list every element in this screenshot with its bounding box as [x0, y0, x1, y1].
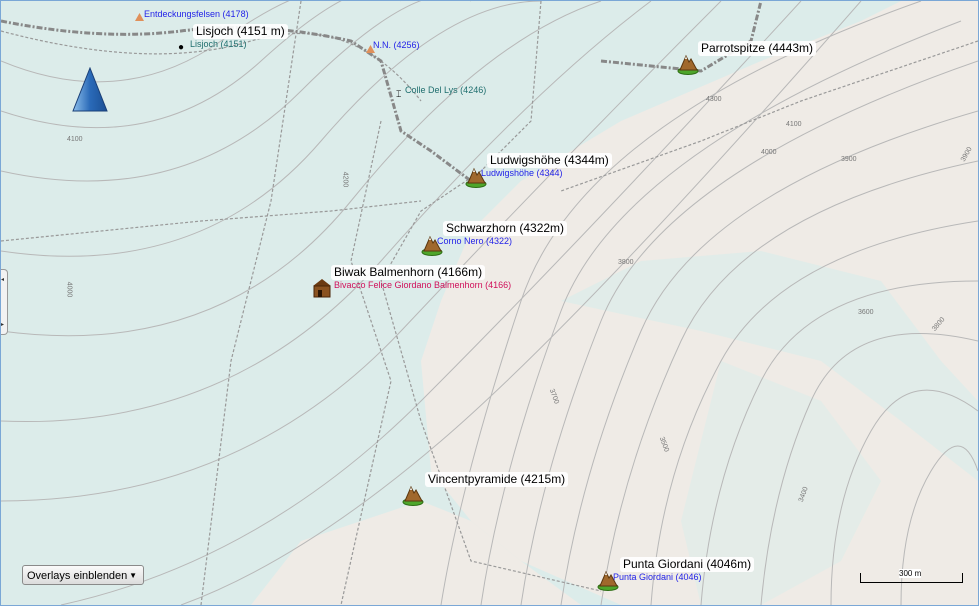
terrain-layer [1, 1, 978, 605]
saddle-icon: ● [178, 42, 185, 53]
position-marker-icon[interactable] [71, 67, 109, 113]
contour-label: 4100 [67, 136, 83, 143]
side-panel-toggle[interactable]: ◂ ▸ [1, 269, 8, 335]
peak-label[interactable]: Punta Giordani (4046m) [620, 557, 755, 572]
peak-sub-label[interactable]: Punta Giordani (4046) [613, 572, 702, 583]
contour-label: 4300 [706, 96, 722, 103]
chevron-down-icon: ▼ [129, 571, 137, 580]
overlays-dropdown-label: Overlays einblenden [27, 570, 128, 582]
peak-label[interactable]: Schwarzhorn (4322m) [443, 221, 568, 236]
contour-label: 3900 [841, 156, 857, 163]
scale-bar: 300 m [860, 569, 963, 583]
lisjoch-sub-label[interactable]: Lisjoch (4151) [190, 39, 247, 50]
contour-label: 4000 [65, 281, 73, 298]
summit-triangle-icon [135, 13, 144, 21]
contour-label: 4000 [761, 149, 777, 156]
mountain-peak-icon[interactable] [402, 484, 424, 511]
contour-label: 4200 [341, 171, 349, 188]
lisjoch-label[interactable]: Lisjoch (4151 m) [193, 24, 288, 39]
mountain-peak-icon[interactable] [677, 53, 699, 80]
peak-sub-label[interactable]: Corno Nero (4322) [437, 236, 512, 247]
peak-sub-label[interactable]: Bivacco Felice Giordano Balmenhorn (4166… [334, 280, 511, 291]
contour-label: 4100 [786, 121, 802, 128]
peak-label[interactable]: Ludwigshöhe (4344m) [487, 153, 612, 168]
peak-label[interactable]: Parrotspitze (4443m) [698, 41, 817, 56]
scale-label: 300 m [899, 569, 922, 578]
peak-sub-label[interactable]: Ludwigshöhe (4344) [481, 168, 563, 179]
peak-label[interactable]: Biwak Balmenhorn (4166m) [331, 265, 486, 280]
pass-icon: ⌶ [396, 89, 402, 99]
map-view[interactable]: 4100 4200 4300 4100 4000 3900 3800 3700 … [0, 0, 979, 606]
hut-icon[interactable] [311, 278, 333, 303]
peak-label[interactable]: Vincentpyramide (4215m) [425, 472, 569, 487]
contour-label: 3600 [858, 309, 874, 316]
overlays-dropdown[interactable]: Overlays einblenden ▼ [22, 565, 144, 585]
nn-label[interactable]: N.N. (4256) [373, 40, 420, 51]
entdeckungsfelsen-label[interactable]: Entdeckungsfelsen (4178) [144, 9, 249, 20]
contour-label: 3800 [618, 259, 634, 266]
colle-del-lys-label[interactable]: Colle Del Lys (4246) [405, 85, 486, 96]
